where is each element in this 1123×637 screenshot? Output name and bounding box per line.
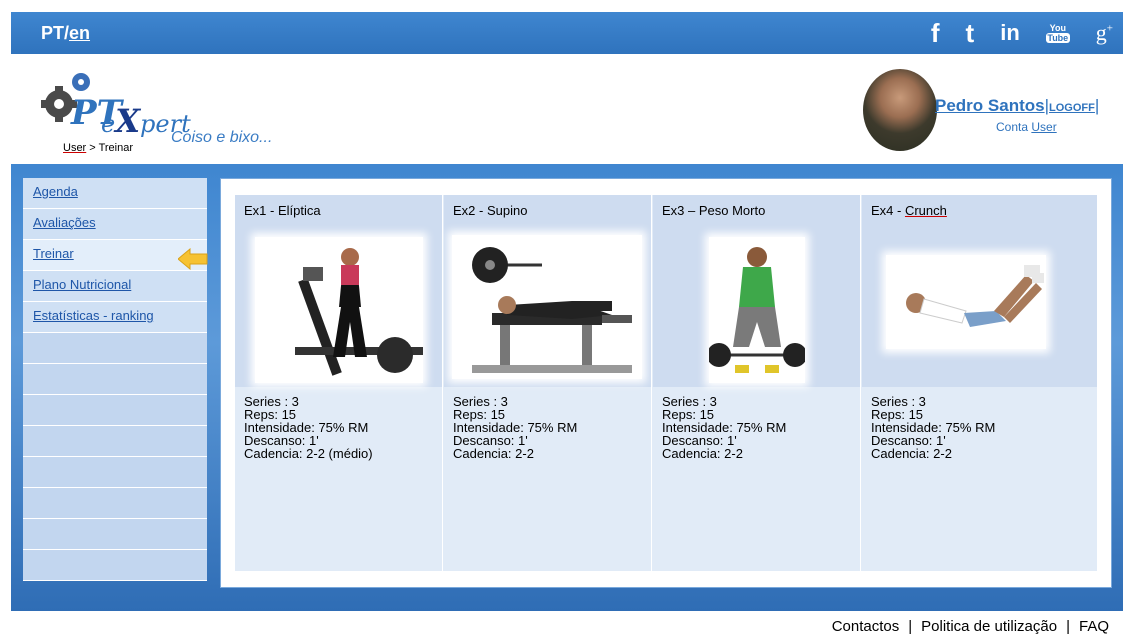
conta-user: User [1031, 120, 1057, 134]
logo-e: e [101, 110, 116, 138]
exercise-details: Series : 3 Reps: 15 Intensidade: 75% RM … [444, 387, 651, 460]
footer: Contactos | Politica de utilização | FAQ [11, 611, 1123, 637]
user-separator-end: | [1094, 96, 1100, 115]
bench-press-illustration [472, 247, 632, 373]
lang-pt[interactable]: PT/ [41, 23, 69, 43]
conta-label: Conta [996, 120, 1032, 134]
deadlift-image [707, 237, 807, 383]
footer-separator: | [908, 618, 913, 635]
cadence-value: Cadencia: 2-2 [453, 446, 534, 461]
footer-faq-link[interactable]: FAQ [1079, 618, 1109, 635]
sidebar-item-agenda[interactable]: Agenda [23, 178, 207, 209]
linkedin-icon[interactable]: in [1000, 20, 1020, 46]
youtube-you: You [1049, 23, 1066, 33]
exercise-header: Ex3 – Peso Morto [653, 195, 860, 387]
user-name-link[interactable]: Pedro Santos [935, 96, 1045, 115]
crunch-image [886, 255, 1046, 349]
sidebar-empty-slot [23, 457, 207, 488]
sidebar-empty-slot [23, 333, 207, 364]
twitter-icon[interactable]: t [966, 18, 975, 49]
googleplus-icon[interactable]: g+ [1096, 20, 1113, 46]
cadence-value: Cadencia: 2-2 [662, 446, 743, 461]
exercise-title: Ex3 – Peso Morto [662, 203, 766, 218]
footer-links: Contactos | Politica de utilização | FAQ [832, 618, 1109, 635]
elliptical-image [255, 237, 425, 383]
crunch-illustration [906, 265, 1044, 327]
deadlift-illustration [707, 247, 807, 373]
sidebar: Agenda Avaliações Treinar Plano Nutricio… [23, 178, 207, 581]
user-name-block: Pedro Santos|LOGOFF| [935, 96, 1099, 116]
exercise-card: Ex1 - Elíptica Series : 3 Reps: 15 Inten… [235, 195, 443, 571]
breadcrumb-current: > Treinar [86, 142, 134, 154]
breadcrumb: User > Treinar [63, 142, 133, 154]
exercise-details: Series : 3 Reps: 15 Intensidade: 75% RM … [653, 387, 860, 460]
sidebar-item-estatisticas[interactable]: Estatísticas - ranking [23, 302, 207, 333]
avatar[interactable] [863, 69, 937, 151]
sidebar-link-estatisticas[interactable]: Estatísticas - ranking [33, 308, 154, 323]
social-links: f t in You Tube g+ [931, 12, 1123, 54]
footer-contactos-link[interactable]: Contactos [832, 618, 900, 635]
lang-en-link[interactable]: en [69, 23, 90, 43]
header: PT eXpert Coiso e bixo... User > Treinar… [11, 54, 1123, 164]
exercise-title: Ex2 - Supino [453, 203, 528, 218]
sidebar-empty-slot [23, 488, 207, 519]
active-arrow-icon [178, 248, 208, 270]
exercise-title: Ex1 - Elíptica [244, 203, 321, 218]
top-bar: PT/en f t in You Tube g+ [11, 12, 1123, 54]
sidebar-link-plano-nutricional[interactable]: Plano Nutricional [33, 277, 131, 292]
exercise-details: Series : 3 Reps: 15 Intensidade: 75% RM … [235, 387, 442, 460]
sidebar-link-treinar[interactable]: Treinar [33, 246, 74, 261]
gplus-plus: + [1106, 22, 1113, 35]
footer-separator: | [1066, 618, 1070, 635]
exercise-header: Ex4 - Crunch [862, 195, 1097, 387]
exercise-title: Ex4 - Crunch [871, 203, 947, 218]
sidebar-item-plano-nutricional[interactable]: Plano Nutricional [23, 271, 207, 302]
exercise-title-prefix: Ex4 - [871, 203, 905, 218]
account-type: Conta User [996, 120, 1057, 134]
exercise-card: Ex3 – Peso Morto Series : 3 Reps: 15 Int… [653, 195, 861, 571]
sidebar-empty-slot [23, 395, 207, 426]
facebook-icon[interactable]: f [931, 18, 940, 49]
gplus-g: g [1095, 20, 1107, 45]
sidebar-item-avaliacoes[interactable]: Avaliações [23, 209, 207, 240]
slogan: Coiso e bixo... [171, 129, 273, 146]
footer-politica-link[interactable]: Politica de utilização [921, 618, 1057, 635]
logoff-link[interactable]: LOGOFF [1049, 102, 1095, 114]
content-panel: Ex1 - Elíptica Series : 3 Reps: 15 Inten… [220, 178, 1112, 588]
exercise-details: Series : 3 Reps: 15 Intensidade: 75% RM … [862, 387, 1097, 460]
logo-x: X [115, 102, 141, 140]
exercise-title-main: Crunch [904, 203, 947, 218]
exercise-card: Ex2 - Supino Series: 3 Reps: 15 Intensi… [444, 195, 652, 571]
sidebar-empty-slot [23, 519, 207, 550]
cadence-value: Cadencia: 2-2 [871, 446, 952, 461]
breadcrumb-user[interactable]: User [63, 142, 86, 154]
youtube-icon[interactable]: You Tube [1045, 23, 1070, 43]
sidebar-empty-slot [23, 364, 207, 395]
sidebar-link-agenda[interactable]: Agenda [33, 184, 78, 199]
logo-p: p [140, 110, 156, 138]
sidebar-empty-slot [23, 426, 207, 457]
exercise-header: Ex1 - Elíptica [235, 195, 442, 387]
exercise-card: Ex4 - Crunch Series : 3 Reps: 15 Intensi… [862, 195, 1097, 571]
sidebar-link-avaliacoes[interactable]: Avaliações [33, 215, 96, 230]
exercise-header: Ex2 - Supino [444, 195, 651, 387]
language-switch: PT/en [41, 23, 90, 44]
exercise-grid: Ex1 - Elíptica Series : 3 Reps: 15 Inten… [235, 195, 1097, 571]
elliptical-illustration [295, 248, 425, 376]
cadence-value: Cadencia: 2-2 (médio) [244, 446, 373, 461]
sidebar-empty-slot [23, 550, 207, 581]
youtube-tube: Tube [1045, 33, 1070, 43]
bench-press-image [452, 235, 642, 379]
